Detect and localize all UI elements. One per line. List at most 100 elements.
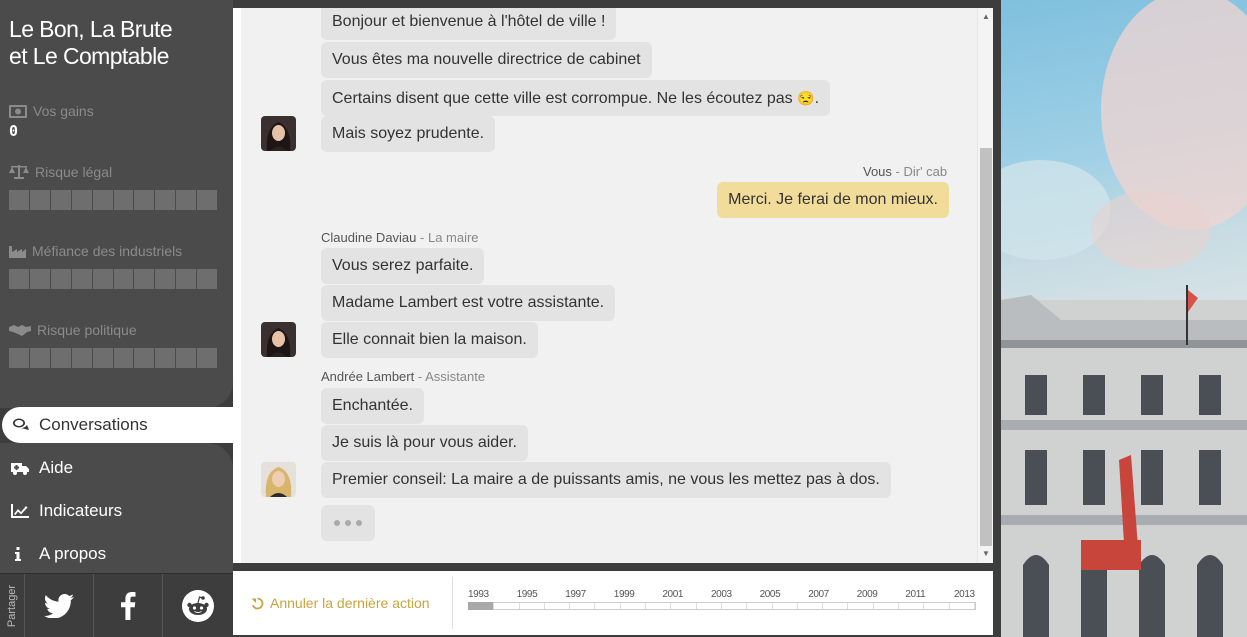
political-risk-label: Risque politique bbox=[9, 322, 137, 338]
gains-label: Vos gains bbox=[9, 103, 94, 119]
typing-indicator bbox=[321, 505, 375, 541]
nav-aide[interactable]: Aide bbox=[0, 450, 233, 486]
line-chart-icon bbox=[11, 504, 29, 518]
nav-a-propos[interactable]: A propos bbox=[0, 536, 233, 572]
scroll-up-arrow-icon[interactable]: ▲ bbox=[978, 10, 994, 24]
my-message-bubble: Merci. Je ferai de mon mieux. bbox=[717, 182, 949, 218]
legal-risk-label: Risque légal bbox=[9, 164, 112, 180]
message-bubble: Enchantée. bbox=[321, 388, 424, 424]
gains-value: 0 bbox=[9, 122, 19, 140]
undo-button[interactable]: Annuler la dernière action bbox=[251, 571, 430, 635]
meter-segment bbox=[71, 190, 92, 210]
info-icon bbox=[15, 547, 21, 561]
factory-icon bbox=[9, 246, 26, 258]
meter-segment bbox=[9, 348, 29, 368]
year-timeline: 1993 1995 1997 1999 2001 2003 2005 2007 2009 2011… bbox=[468, 585, 976, 615]
meter-segment bbox=[50, 348, 71, 368]
industry-distrust-meter bbox=[9, 269, 218, 289]
scroll-down-arrow-icon[interactable]: ▼ bbox=[978, 547, 994, 561]
unamused-emoji-icon: 😒 bbox=[797, 90, 815, 106]
meter-segment bbox=[71, 269, 92, 289]
meter-segment bbox=[155, 348, 176, 368]
timeline-year: 2005 bbox=[759, 589, 781, 600]
meter-segment bbox=[197, 348, 218, 368]
divider bbox=[452, 577, 453, 629]
meter-segment bbox=[113, 269, 134, 289]
timeline-tick bbox=[722, 603, 748, 609]
meter-segment bbox=[155, 190, 176, 210]
nav-indicateurs[interactable]: Indicateurs bbox=[0, 493, 233, 529]
twitter-icon bbox=[44, 594, 74, 618]
timeline-tick bbox=[545, 603, 571, 609]
meter-segment bbox=[134, 348, 155, 368]
timeline-progress bbox=[468, 602, 494, 610]
political-risk-meter bbox=[9, 348, 218, 368]
scroll-thumb[interactable] bbox=[980, 148, 992, 546]
banknote-icon bbox=[9, 104, 27, 118]
meter-segment bbox=[9, 269, 29, 289]
meter-segment bbox=[29, 348, 50, 368]
share-twitter-button[interactable] bbox=[24, 574, 93, 637]
bottom-bar: Annuler la dernière action 1993 1995 1997 1… bbox=[233, 571, 993, 635]
meter-segment bbox=[29, 190, 50, 210]
meter-segment bbox=[113, 190, 134, 210]
timeline-year: 2007 bbox=[808, 589, 829, 600]
timeline-year: 2001 bbox=[662, 589, 684, 600]
meter-segment bbox=[92, 269, 113, 289]
message-bubble: Madame Lambert est votre assistante. bbox=[321, 285, 616, 321]
message-bubble: Certains disent que cette ville est corr… bbox=[321, 80, 831, 116]
meter-segment bbox=[50, 190, 71, 210]
reddit-icon bbox=[182, 590, 214, 622]
timeline-tick bbox=[595, 603, 621, 609]
meter-segment bbox=[176, 269, 197, 289]
timeline-tick bbox=[798, 603, 824, 609]
chat-scrollbar[interactable]: ▲ ▼ bbox=[977, 8, 993, 563]
sender-mayor: Claudine Daviau - La maire bbox=[321, 230, 479, 245]
mayor-avatar bbox=[261, 322, 296, 357]
chat-bubbles-icon bbox=[13, 418, 29, 430]
sender-you: Vous - Dir' cab bbox=[863, 164, 948, 179]
undo-icon bbox=[251, 597, 264, 609]
timeline-track bbox=[468, 602, 976, 610]
timeline-tick bbox=[773, 603, 798, 609]
timeline-tick bbox=[570, 603, 596, 609]
legal-risk-meter bbox=[9, 190, 218, 210]
assistant-avatar bbox=[261, 462, 296, 497]
share-label: Partager bbox=[6, 584, 19, 628]
meter-segment bbox=[29, 269, 50, 289]
timeline-tick bbox=[899, 603, 925, 609]
meter-segment bbox=[155, 269, 176, 289]
timeline-tick bbox=[671, 603, 697, 609]
message-bubble: Vous serez parfaite. bbox=[321, 248, 485, 284]
share-facebook-button[interactable] bbox=[93, 574, 162, 637]
meter-segment bbox=[9, 190, 29, 210]
message-bubble: Mais soyez prudente. bbox=[321, 116, 496, 152]
message-bubble: Vous êtes ma nouvelle directrice de cabi… bbox=[321, 42, 652, 78]
timeline-year: 2011 bbox=[905, 589, 926, 600]
timeline-tick bbox=[950, 603, 975, 609]
timeline-year: 1993 bbox=[468, 589, 489, 600]
timeline-year: 1999 bbox=[613, 589, 635, 600]
meter-segment bbox=[92, 348, 113, 368]
timeline-tick bbox=[747, 603, 773, 609]
scale-icon bbox=[9, 165, 29, 179]
sender-assistant: Andrée Lambert - Assistante bbox=[321, 369, 486, 384]
meter-segment bbox=[134, 190, 155, 210]
timeline-tick bbox=[646, 603, 672, 609]
timeline-year: 2013 bbox=[954, 589, 975, 600]
timeline-year: 2009 bbox=[856, 589, 878, 600]
share-bar: Partager bbox=[0, 573, 233, 637]
meter-segment bbox=[197, 190, 218, 210]
meter-segment bbox=[176, 348, 197, 368]
timeline-tick bbox=[924, 603, 950, 609]
timeline-year: 1995 bbox=[516, 589, 538, 600]
share-reddit-button[interactable] bbox=[162, 574, 233, 637]
meter-segment bbox=[50, 269, 71, 289]
message-bubble: Je suis là pour vous aider. bbox=[321, 425, 528, 461]
nav-conversations[interactable]: Conversations bbox=[2, 407, 233, 443]
meter-segment bbox=[113, 348, 134, 368]
city-hall-painting bbox=[1001, 0, 1247, 637]
game-title: Le Bon, La Brute et Le Comptable bbox=[9, 16, 173, 69]
message-bubble: Premier conseil: La maire a de puissants… bbox=[321, 462, 891, 498]
meter-segment bbox=[197, 269, 218, 289]
